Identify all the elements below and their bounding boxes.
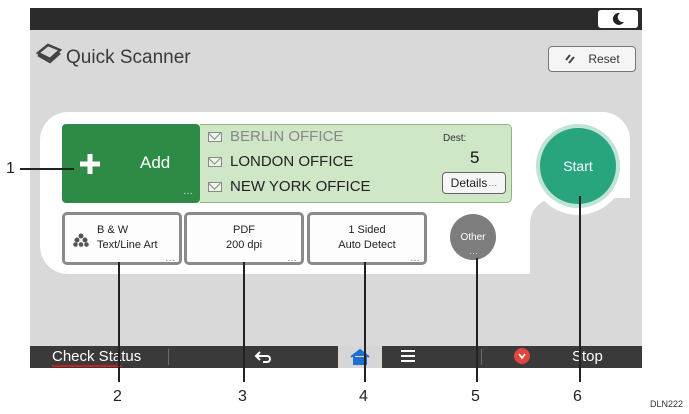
back-icon[interactable] xyxy=(254,349,272,370)
sides-button[interactable]: 1 Sided Auto Detect … xyxy=(307,212,427,265)
home-icon xyxy=(350,348,370,365)
envelope-icon xyxy=(208,156,222,167)
more-icon: … xyxy=(287,253,297,264)
page-title: Quick Scanner xyxy=(66,47,191,68)
stop-button[interactable]: Stop xyxy=(572,346,603,368)
details-button[interactable]: Details… xyxy=(442,172,506,194)
start-button[interactable]: Start xyxy=(540,128,616,204)
home-button[interactable] xyxy=(338,346,382,368)
destination-item[interactable]: NEW YORK OFFICE xyxy=(208,178,371,195)
callout-label: 2 xyxy=(113,388,122,405)
callout-label: 4 xyxy=(359,388,368,405)
callout-label: 5 xyxy=(471,388,480,405)
energy-saver-button[interactable] xyxy=(598,10,638,28)
callout-label: 3 xyxy=(238,388,247,405)
more-icon: … xyxy=(410,253,420,264)
more-icon: … xyxy=(183,186,193,197)
callout-line xyxy=(579,196,581,382)
dest-count-label: Dest: xyxy=(443,133,467,144)
plus-icon xyxy=(80,154,100,174)
figure-code: DLN222 xyxy=(650,399,684,409)
add-destination-button[interactable] xyxy=(62,124,200,203)
envelope-icon xyxy=(208,181,222,192)
callout-line xyxy=(364,262,366,382)
more-icon: … xyxy=(469,246,478,256)
reset-label: Reset xyxy=(588,52,620,66)
callout-label: 6 xyxy=(573,388,582,405)
file-format-button[interactable]: PDF 200 dpi … xyxy=(184,212,304,265)
menu-icon[interactable] xyxy=(400,349,416,368)
status-indicator xyxy=(52,365,122,367)
dest-count-value: 5 xyxy=(470,148,480,167)
divider xyxy=(168,349,169,365)
add-label: Add xyxy=(140,153,171,172)
color-mode-button[interactable]: B & W Text/Line Art … xyxy=(62,212,182,265)
callout-line xyxy=(20,168,74,170)
scanner-icon xyxy=(35,42,63,71)
more-icon: … xyxy=(165,253,175,264)
envelope-icon xyxy=(208,131,222,142)
callout-line xyxy=(118,262,120,382)
callout-label: 1 xyxy=(6,160,15,177)
callout-line xyxy=(476,258,478,382)
reset-button[interactable]: Reset xyxy=(548,46,636,72)
status-bar xyxy=(30,8,642,30)
reset-icon xyxy=(565,54,576,64)
stop-icon[interactable] xyxy=(514,348,530,364)
callout-line xyxy=(243,262,245,382)
moon-icon xyxy=(612,12,624,25)
divider xyxy=(481,349,482,365)
destination-item[interactable]: LONDON OFFICE xyxy=(208,153,353,170)
color-dots-icon xyxy=(73,233,89,247)
destination-item[interactable]: BERLIN OFFICE xyxy=(208,128,343,145)
